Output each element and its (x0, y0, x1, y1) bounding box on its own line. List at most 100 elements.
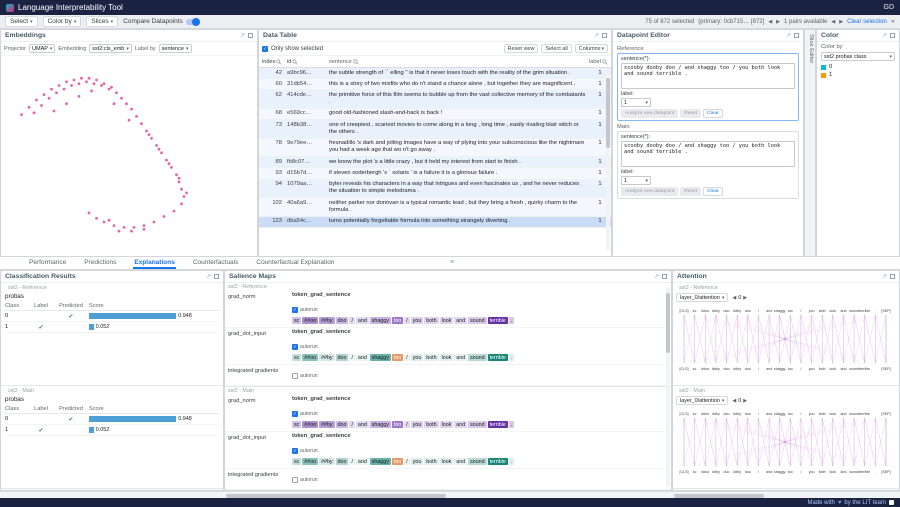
popout-icon[interactable]: ↗ (240, 32, 245, 39)
salience-token: ##by (319, 421, 335, 428)
tab-performance[interactable]: Performance (28, 257, 67, 269)
scrollbar-thumb[interactable] (666, 293, 670, 353)
table-row[interactable]: 73 148b38… one of creepiest , scariest m… (259, 120, 611, 138)
popout-icon[interactable]: ↗ (594, 32, 599, 39)
analyze-new-datapoint-button[interactable]: Analyze new datapoint (621, 109, 678, 118)
column-header-id[interactable]: id (285, 57, 327, 66)
table-row[interactable]: 68 e569cc… good old-fashioned slash-and-… (259, 109, 611, 120)
tab-explanations[interactable]: Explanations (133, 257, 175, 269)
table-row[interactable]: 93 d15b7d… if steven soderbergh 's ` sol… (259, 168, 611, 179)
table-row[interactable]: 42 a9bc96… the subtle strength of `` ell… (259, 68, 611, 79)
select-all-button[interactable]: Select all (541, 44, 571, 53)
clear-selection-button[interactable]: Clear selection (847, 19, 887, 25)
slices-menu[interactable]: Slices▾ (86, 16, 118, 27)
scrollbar-thumb[interactable] (226, 494, 446, 498)
columns-button[interactable]: Columns▾ (575, 44, 608, 53)
autorun-checkbox[interactable]: ✓autorun (292, 448, 318, 454)
search-icon[interactable] (353, 59, 359, 65)
autorun-checkbox[interactable]: autorun (292, 477, 318, 483)
svg-text:terrible: terrible (859, 470, 870, 474)
select-menu[interactable]: Select▾ (5, 16, 38, 27)
label-select[interactable]: 1▾ (621, 176, 651, 185)
prev-head-icon[interactable]: ◀ (732, 398, 736, 404)
slice-editor-tab[interactable]: Slice Editor (804, 29, 816, 257)
maximize-icon[interactable] (214, 274, 219, 279)
salience-method-row: grad_dot_input token_grad_sentence ✓auto… (225, 432, 671, 469)
table-row[interactable]: 78 9e79ee… fresnadillo 's dark and jolti… (259, 139, 611, 157)
table-row[interactable]: 89 fb8c07… we know the plot 's a little … (259, 157, 611, 168)
autorun-checkbox[interactable]: ✓autorun (292, 411, 318, 417)
clear-button[interactable]: Clear (703, 109, 723, 118)
svg-text:shaggy: shaggy (774, 367, 786, 371)
embedding-select[interactable]: sst2:cls_emb▾ (89, 44, 132, 53)
analyze-new-datapoint-button[interactable]: Analyze new datapoint (621, 187, 678, 196)
compare-datapoints-toggle[interactable] (186, 19, 199, 25)
label-by-select[interactable]: sentence▾ (159, 44, 192, 53)
table-row[interactable]: 94 1079aa… byler reveals his characters … (259, 180, 611, 198)
attention-visualization[interactable]: [CLS][CLS]scsc##oo##oo##by##bydoodoo##by… (676, 304, 894, 376)
color-by-menu[interactable]: Color by▾ (43, 16, 82, 27)
sentence-input[interactable]: scooby dooby doo / and shaggy too / you … (621, 63, 795, 89)
horizontal-scrollbar[interactable] (0, 491, 900, 498)
maximize-icon[interactable] (602, 33, 607, 38)
maximize-icon[interactable] (662, 274, 667, 279)
table-row[interactable]: 123 dba54c… turns potentially forgettabl… (259, 217, 611, 228)
popout-icon[interactable]: ↗ (882, 273, 887, 280)
tab-counterfactuals[interactable]: Counterfactuals (192, 257, 240, 269)
column-header-sentence[interactable]: sentence (327, 57, 589, 66)
popout-icon[interactable]: ↗ (882, 32, 887, 39)
salience-scrollbar[interactable] (666, 287, 670, 487)
attention-layer-select[interactable]: layer_0/attention▾ (676, 293, 728, 302)
column-header-label[interactable]: label (589, 57, 611, 66)
footer-text: Made with (808, 500, 835, 506)
sentence-input[interactable]: scooby dooby doo / and shaggy too / you … (621, 141, 795, 167)
prev-head-icon[interactable]: ◀ (732, 295, 736, 301)
maximize-icon[interactable] (890, 33, 895, 38)
scrollbar-thumb[interactable] (674, 494, 764, 498)
only-show-selected-checkbox[interactable]: ✓ (262, 46, 268, 52)
primary-status: (primary: 0cb715… [872] (698, 19, 764, 25)
column-header-index[interactable]: index (259, 57, 285, 66)
attention-module: Attention ↗ sst2 - Reference layer_0/att… (672, 270, 900, 491)
clear-selection-icon[interactable]: ✕ (891, 19, 895, 25)
next-pair-icon[interactable]: ▶ (839, 19, 843, 25)
next-datapoint-icon[interactable]: ▶ (776, 19, 780, 25)
clear-button[interactable]: Clear (703, 187, 723, 196)
maximize-icon[interactable] (248, 33, 253, 38)
table-row[interactable]: 62 414cde… the primitive force of this f… (259, 90, 611, 108)
svg-text:##by: ##by (733, 470, 741, 474)
salience-token: both (424, 354, 438, 361)
reset-button[interactable]: Reset (680, 109, 701, 118)
prev-datapoint-icon[interactable]: ◀ (768, 19, 772, 25)
maximize-icon[interactable] (794, 33, 799, 38)
search-icon[interactable] (276, 59, 282, 65)
table-row[interactable]: 60 31db54… this is a story of two misfit… (259, 79, 611, 90)
reset-view-button[interactable]: Reset view (504, 44, 539, 53)
attention-visualization[interactable]: [CLS][CLS]scsc##oo##oo##by##bydoodoo##by… (676, 407, 894, 479)
search-icon[interactable] (292, 59, 298, 65)
popout-icon[interactable]: ↗ (206, 273, 211, 280)
reset-button[interactable]: Reset (680, 187, 701, 196)
color-by-select[interactable]: sst2 probas class▾ (821, 52, 895, 61)
tab-predictions[interactable]: Predictions (83, 257, 117, 269)
user-avatar[interactable]: GD (884, 4, 895, 11)
projector-select[interactable]: UMAP▾ (29, 44, 55, 53)
next-head-icon[interactable]: ▶ (743, 398, 747, 404)
label-select[interactable]: 1▾ (621, 98, 651, 107)
table-scrollbar[interactable] (606, 72, 610, 250)
scrollbar-thumb[interactable] (606, 78, 610, 148)
search-icon[interactable] (602, 59, 608, 65)
drag-handle-icon[interactable]: ≡ (450, 259, 454, 266)
next-head-icon[interactable]: ▶ (743, 295, 747, 301)
autorun-checkbox[interactable]: autorun (292, 373, 318, 379)
attention-layer-select[interactable]: layer_0/attention▾ (676, 396, 728, 405)
popout-icon[interactable]: ↗ (654, 273, 659, 280)
prev-pair-icon[interactable]: ◀ (831, 19, 835, 25)
tab-counterfactual-explanation[interactable]: Counterfactual Explanation (255, 257, 335, 269)
table-row[interactable]: 102 40a6a9… neither parker nor donovan i… (259, 198, 611, 216)
autorun-checkbox[interactable]: ✓autorun (292, 344, 318, 350)
autorun-checkbox[interactable]: ✓autorun (292, 307, 318, 313)
embedding-scatterplot[interactable] (2, 56, 256, 251)
popout-icon[interactable]: ↗ (786, 32, 791, 39)
maximize-icon[interactable] (890, 274, 895, 279)
